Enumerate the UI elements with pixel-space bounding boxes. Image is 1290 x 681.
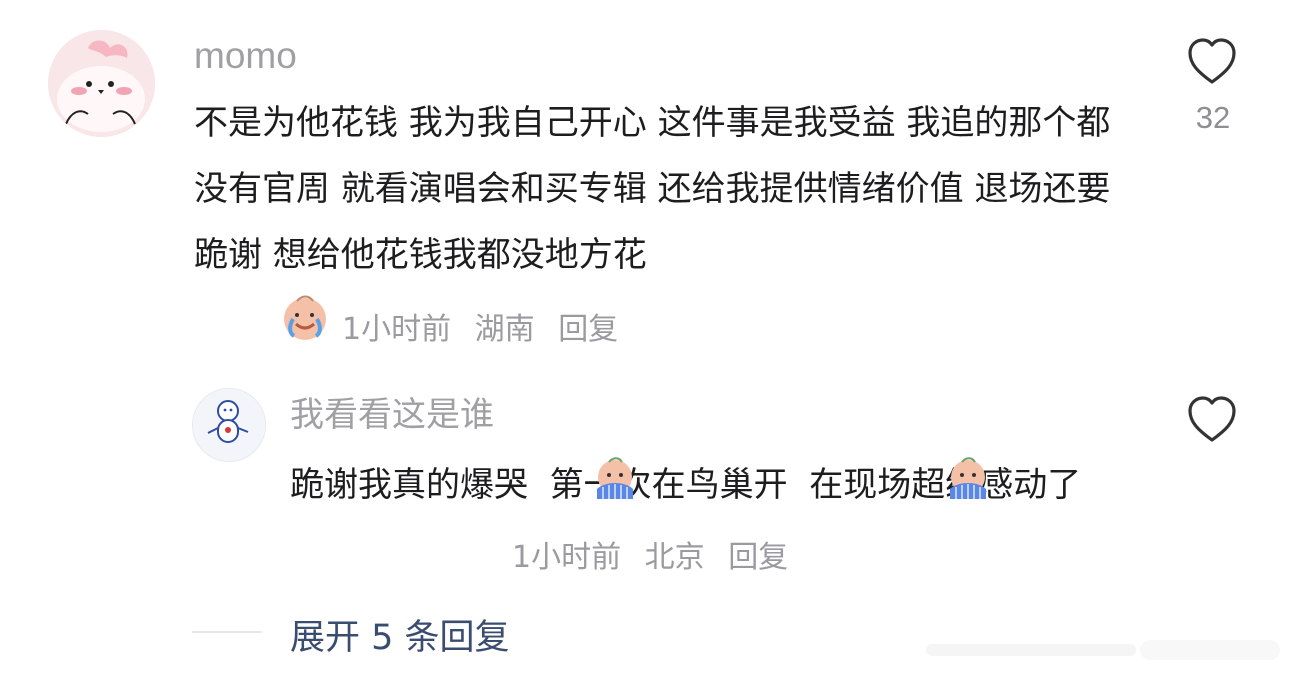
reply-text: 跪谢我真的爆哭 第一次在鸟巢开 在现场超级感动了 (290, 465, 1082, 505)
expand-replies-button[interactable]: 展开 5 条回复 (290, 609, 510, 660)
reply-to-reply-button[interactable]: 回复 (728, 540, 788, 575)
watermark-icon (926, 640, 1280, 660)
reply-username[interactable]: 我看看这是谁 (290, 395, 494, 435)
crying-emoji-icon (597, 457, 633, 499)
like-count: 32 (1195, 100, 1231, 135)
reply-like-button[interactable] (1184, 392, 1240, 448)
crying-emoji-icon (284, 295, 326, 340)
comment-time: 1小时前 (342, 312, 452, 347)
divider (192, 631, 262, 633)
heart-icon (1188, 396, 1236, 442)
comment-text: 不是为他花钱 我为我自己开心 这件事是我受益 我追的那个都没有官周 就看演唱会和… (194, 103, 1111, 275)
reply-meta: 1小时前 北京 回复 (512, 532, 802, 576)
heart-icon (1188, 38, 1236, 84)
reply-time: 1小时前 (512, 540, 622, 575)
comment-location: 湖南 (474, 312, 535, 347)
reply-location: 北京 (644, 540, 705, 575)
reply-avatar[interactable] (192, 388, 266, 462)
comment-username[interactable]: momo (194, 36, 297, 76)
avatar-illustration-icon (193, 389, 265, 461)
avatar-illustration-icon (48, 30, 155, 137)
comment-meta: 1小时前 湖南 回复 (342, 304, 632, 348)
reply-button[interactable]: 回复 (558, 312, 618, 347)
avatar[interactable] (48, 30, 155, 137)
crying-emoji-icon (950, 457, 986, 499)
like-button[interactable] (1184, 34, 1240, 90)
